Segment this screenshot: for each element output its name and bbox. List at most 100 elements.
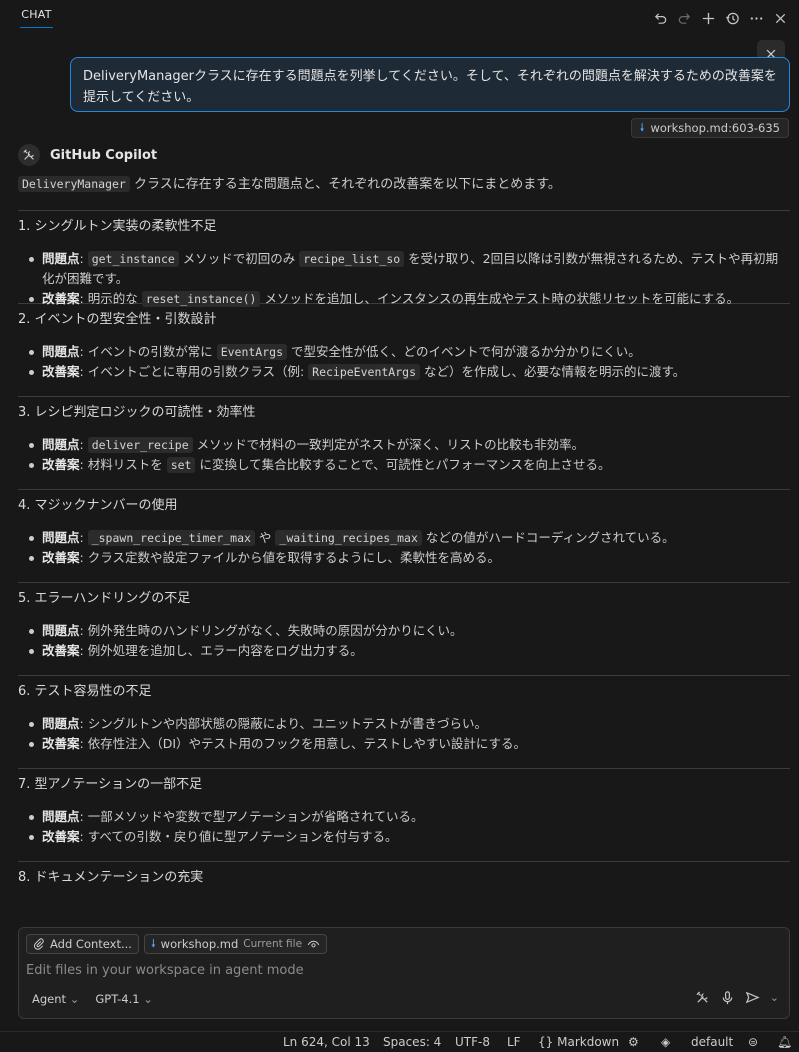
issue-list: 問題点: 一部メソッドや変数で型アノテーションが省略されている。 改善案: すべて… bbox=[18, 807, 790, 847]
item-text: : 例外発生時のハンドリングがなく、失敗時の原因が分かりにくい。 bbox=[79, 623, 463, 638]
profile[interactable]: default bbox=[691, 1035, 733, 1049]
settings-sync-icon[interactable]: ⊜ bbox=[748, 1035, 758, 1049]
problem-item: 問題点: get_instance メソッドで初回のみ recipe_list_… bbox=[29, 249, 790, 289]
eye-icon[interactable] bbox=[307, 938, 320, 951]
mode-dropdown[interactable]: Agent ⌄ bbox=[32, 992, 79, 1006]
issue-title: 3. レシピ判定ロジックの可読性・効率性 bbox=[18, 405, 256, 420]
issue-title: 7. 型アノテーションの一部不足 bbox=[18, 777, 203, 792]
reference-range: :603-635 bbox=[728, 121, 780, 135]
problem-label: 問題点 bbox=[42, 530, 80, 545]
problem-item: 問題点: 一部メソッドや変数で型アノテーションが省略されている。 bbox=[29, 807, 790, 827]
fix-label: 改善案 bbox=[42, 643, 80, 658]
problem-label: 問題点 bbox=[42, 344, 80, 359]
issue-section: 8. ドキュメンテーションの充実 bbox=[18, 861, 790, 901]
problem-item: 問題点: イベントの引数が常に EventArgs で型安全性が低く、どのイベン… bbox=[29, 342, 790, 362]
inline-code: EventArgs bbox=[216, 344, 287, 360]
fix-label: 改善案 bbox=[42, 736, 80, 751]
item-text: メソッドを追加し、インスタンスの再生成やテスト時の状態リセットを可能にする。 bbox=[260, 291, 740, 306]
fix-label: 改善案 bbox=[42, 550, 80, 565]
indentation[interactable]: Spaces: 4 bbox=[383, 1035, 441, 1049]
item-text: : bbox=[79, 530, 88, 545]
fix-label: 改善案 bbox=[42, 829, 80, 844]
item-text: メソッドで初回のみ bbox=[178, 251, 300, 266]
mode-row: Agent ⌄ GPT-4.1 ⌄ bbox=[32, 992, 153, 1006]
line-ending[interactable]: LF bbox=[507, 1035, 521, 1049]
cursor-position[interactable]: Ln 624, Col 13 bbox=[283, 1035, 370, 1049]
fix-item: 改善案: 例外処理を追加し、エラー内容をログ出力する。 bbox=[29, 641, 790, 661]
language-mode[interactable]: {} Markdown bbox=[538, 1035, 619, 1049]
item-text: : 依存性注入（DI）やテスト用のフックを用意し、テストしやすい設計にする。 bbox=[79, 736, 527, 751]
item-text: : イベントの引数が常に bbox=[79, 344, 217, 359]
issue-section: 3. レシピ判定ロジックの可読性・効率性 問題点: deliver_recipe … bbox=[18, 396, 790, 489]
reference-file-name: workshop.md bbox=[650, 121, 729, 135]
item-text: などの値がハードコーディングされている。 bbox=[421, 530, 675, 545]
response-intro: DeliveryManager クラスに存在する主な問題点と、それぞれの改善案を… bbox=[18, 172, 790, 196]
add-context-label: Add Context... bbox=[50, 937, 132, 951]
assistant-response: DeliveryManager クラスに存在する主な問題点と、それぞれの改善案を… bbox=[18, 172, 790, 901]
item-text: など）を作成し、必要な情報を明示的に渡す。 bbox=[420, 364, 686, 379]
problem-item: 問題点: 例外発生時のハンドリングがなく、失敗時の原因が分かりにくい。 bbox=[29, 621, 790, 641]
fix-label: 改善案 bbox=[42, 291, 80, 306]
current-file-chip[interactable]: 🠗 workshop.md Current file bbox=[143, 934, 328, 954]
inline-code: get_instance bbox=[87, 251, 179, 267]
markdown-file-icon: 🠗 bbox=[639, 120, 645, 134]
microphone-icon[interactable] bbox=[720, 990, 735, 1005]
problem-label: 問題点 bbox=[42, 716, 80, 731]
fix-label: 改善案 bbox=[42, 364, 80, 379]
issue-section: 4. マジックナンバーの使用問題点: _spawn_recipe_timer_m… bbox=[18, 489, 790, 582]
current-file-sub: Current file bbox=[243, 938, 303, 950]
more-icon[interactable] bbox=[747, 9, 765, 27]
file-reference-chip[interactable]: 🠗 workshop.md:603-635 bbox=[630, 118, 789, 138]
user-message-line-1: DeliveryManagerクラスに存在する問題点を列挙してください。そして、… bbox=[83, 69, 777, 84]
encoding[interactable]: UTF-8 bbox=[455, 1035, 490, 1049]
item-text: : 一部メソッドや変数で型アノテーションが省略されている。 bbox=[79, 809, 424, 824]
assistant-name: GitHub Copilot bbox=[50, 147, 158, 163]
inline-code: _waiting_recipes_max bbox=[275, 530, 422, 546]
header-actions bbox=[651, 9, 789, 27]
item-text: : bbox=[79, 437, 88, 452]
chat-input-field[interactable]: Edit files in your workspace in agent mo… bbox=[26, 963, 304, 978]
copilot-status-icon[interactable]: ⚙ bbox=[628, 1035, 639, 1049]
problem-label: 問題点 bbox=[42, 437, 80, 452]
fix-item: 改善案: 明示的な reset_instance() メソッドを追加し、インスタ… bbox=[29, 289, 790, 309]
item-text: で型安全性が低く、どのイベントで何が渡るか分かりにくい。 bbox=[287, 344, 641, 359]
item-text: や bbox=[254, 530, 276, 545]
problem-item: 問題点: _spawn_recipe_timer_max や _waiting_… bbox=[29, 528, 790, 548]
issue-section: 1. シングルトン実装の柔軟性不足 問題点: get_instance メソッドで… bbox=[18, 210, 790, 307]
undo-icon[interactable] bbox=[651, 9, 669, 27]
add-context-button[interactable]: Add Context... bbox=[26, 934, 139, 954]
fix-label: 改善案 bbox=[42, 457, 80, 472]
fix-item: 改善案: イベントごとに専用の引数クラス（例: RecipeEventArgs … bbox=[29, 362, 790, 382]
issue-sections: 1. シングルトン実装の柔軟性不足 問題点: get_instance メソッドで… bbox=[18, 210, 790, 901]
current-file-name: workshop.md bbox=[160, 937, 239, 951]
chevron-down-icon[interactable]: ⌄ bbox=[770, 991, 779, 1004]
model-dropdown[interactable]: GPT-4.1 ⌄ bbox=[95, 992, 153, 1006]
problem-label: 問題点 bbox=[42, 251, 80, 266]
tools-icon[interactable] bbox=[695, 990, 710, 1005]
user-message[interactable]: DeliveryManagerクラスに存在する問題点を列挙してください。そして、… bbox=[70, 57, 790, 112]
context-row: Add Context... 🠗 workshop.md Current fil… bbox=[26, 934, 328, 954]
inline-code: set bbox=[166, 457, 196, 473]
intro-text: クラスに存在する主な問題点と、それぞれの改善案を以下にまとめます。 bbox=[129, 177, 561, 192]
plus-icon[interactable] bbox=[699, 9, 717, 27]
paperclip-icon bbox=[34, 938, 44, 950]
inline-code: reset_instance() bbox=[141, 291, 261, 307]
tab-chat[interactable]: CHAT bbox=[20, 8, 53, 28]
close-icon[interactable] bbox=[771, 9, 789, 27]
inline-code: recipe_list_so bbox=[299, 251, 405, 267]
item-text: : シングルトンや内部状態の隠蔽により、ユニットテストが書きづらい。 bbox=[79, 716, 487, 731]
accounts-icon[interactable]: ◈ bbox=[661, 1035, 670, 1049]
redo-icon[interactable] bbox=[675, 9, 693, 27]
send-icon[interactable] bbox=[745, 990, 760, 1005]
issue-title: 8. ドキュメンテーションの充実 bbox=[18, 870, 204, 885]
problem-label: 問題点 bbox=[42, 623, 80, 638]
issue-title: 4. マジックナンバーの使用 bbox=[18, 498, 178, 513]
notifications-icon[interactable]: 🔔︎ bbox=[777, 1035, 792, 1049]
input-actions: ⌄ bbox=[695, 990, 779, 1005]
fix-item: 改善案: すべての引数・戻り値に型アノテーションを付与する。 bbox=[29, 827, 790, 847]
item-text: : イベントごとに専用の引数クラス（例: bbox=[79, 364, 309, 379]
history-icon[interactable] bbox=[723, 9, 741, 27]
issue-section: 7. 型アノテーションの一部不足問題点: 一部メソッドや変数で型アノテーションが… bbox=[18, 768, 790, 861]
user-message-line-2: 提示してください。 bbox=[83, 90, 200, 105]
item-text: : bbox=[79, 251, 88, 266]
